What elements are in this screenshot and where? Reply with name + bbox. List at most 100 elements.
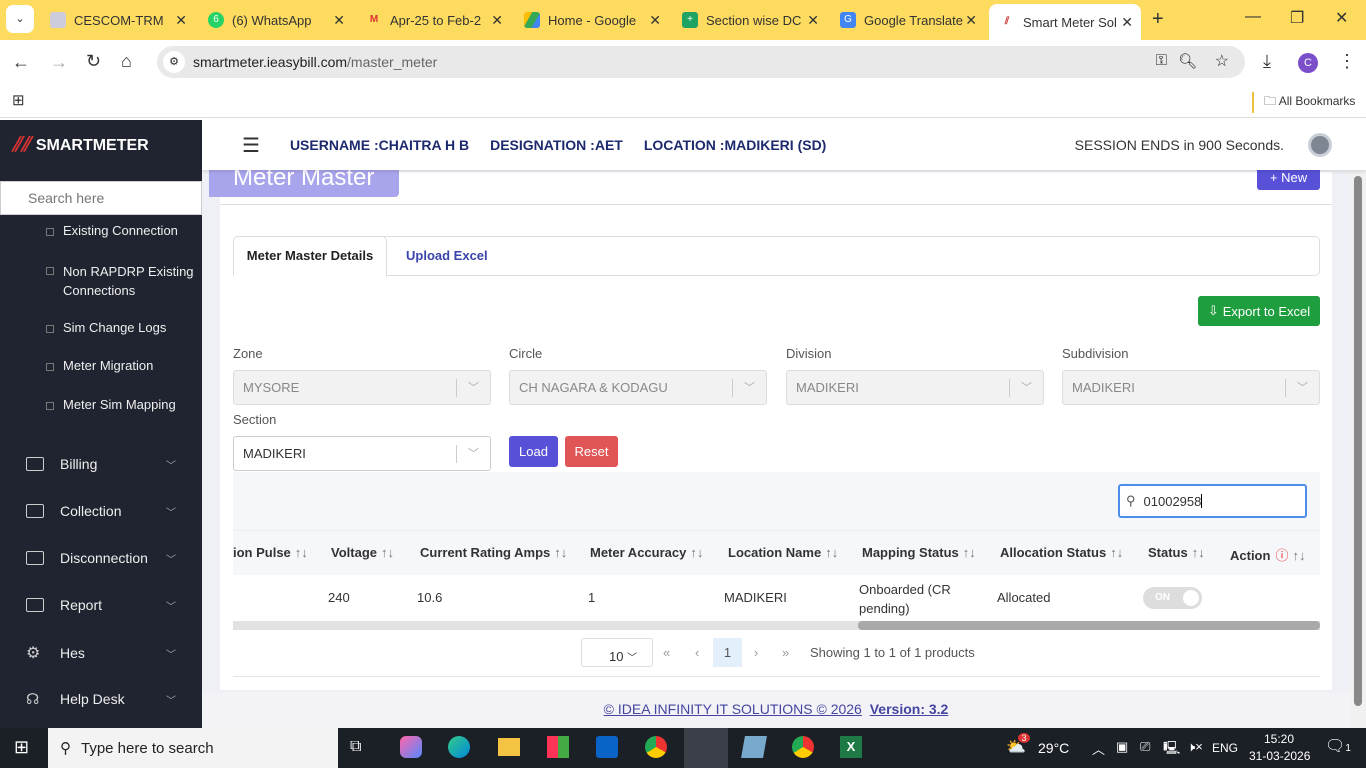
sidebar-item-meter-migration[interactable]: Meter Migration xyxy=(46,358,153,373)
subdivision-select[interactable]: MADIKERI ﹀ xyxy=(1062,370,1320,405)
url-bar[interactable]: ⚙ smartmeter.ieasybill.com/master_meter … xyxy=(157,46,1245,78)
section-select[interactable]: MADIKERI ﹀ xyxy=(233,436,491,471)
page-number-button[interactable]: 1 xyxy=(713,638,742,667)
store-icon[interactable] xyxy=(547,736,569,758)
apps-icon[interactable]: ⊞ xyxy=(12,91,25,109)
sidebar-menu-collection[interactable]: Collection ﹀ xyxy=(26,503,176,519)
home-icon[interactable]: ⌂ xyxy=(121,51,132,72)
network-icon[interactable]: 🖳 xyxy=(1163,739,1180,761)
browser-tab[interactable]: CESCOM-TRM ✕ xyxy=(40,6,195,34)
close-tab-icon[interactable]: ✕ xyxy=(965,12,977,29)
close-tab-icon[interactable]: ✕ xyxy=(491,12,503,29)
circle-select[interactable]: CH NAGARA & KODAGU ﹀ xyxy=(509,370,767,405)
taskbar-search[interactable]: ⚲ Type here to search xyxy=(48,728,338,768)
outlook-icon[interactable] xyxy=(596,736,618,758)
next-page-button[interactable]: › xyxy=(754,645,758,660)
profile-avatar[interactable]: C xyxy=(1298,53,1318,73)
chrome-profile-icon[interactable] xyxy=(792,736,814,758)
notepad-icon[interactable] xyxy=(741,736,767,758)
sidebar-item-meter-sim-mapping[interactable]: Meter Sim Mapping xyxy=(46,397,176,412)
notifications-icon[interactable]: 🗨1 xyxy=(1325,736,1351,756)
sidebar-item-sim-change-logs[interactable]: Sim Change Logs xyxy=(46,320,166,335)
column-header[interactable]: Voltage ↑↓ xyxy=(331,545,394,560)
sidebar-item-existing-connection[interactable]: Existing Connection xyxy=(46,223,178,238)
excel-icon[interactable]: X xyxy=(840,736,862,758)
close-tab-icon[interactable]: ✕ xyxy=(649,12,661,29)
close-tab-icon[interactable]: ✕ xyxy=(807,12,819,29)
meet-icon[interactable]: ▣ xyxy=(1116,739,1128,755)
file-explorer-icon[interactable] xyxy=(498,738,520,756)
load-button[interactable]: Load xyxy=(509,436,558,467)
column-header[interactable]: ion Pulse ↑↓ xyxy=(233,545,308,560)
vertical-scrollbar[interactable] xyxy=(1350,120,1366,728)
all-bookmarks[interactable]: 🗀 All Bookmarks xyxy=(1252,92,1355,113)
tab-search-button[interactable]: ⌄ xyxy=(6,5,34,33)
close-tab-icon[interactable]: ✕ xyxy=(1121,14,1133,31)
sidebar-menu-hes[interactable]: ⚙ Hes ﹀ xyxy=(26,643,176,663)
horizontal-scrollbar[interactable] xyxy=(233,621,1320,630)
browser-tab[interactable]: + Section wise DC ✕ xyxy=(672,6,827,34)
tab-meter-master-details[interactable]: Meter Master Details xyxy=(233,236,387,277)
column-header[interactable]: Location Name ↑↓ xyxy=(728,545,838,560)
chrome-icon[interactable] xyxy=(645,736,667,758)
last-page-button[interactable]: » xyxy=(782,645,789,660)
column-header[interactable]: Current Rating Amps ↑↓ xyxy=(420,545,567,560)
download-icon[interactable]: ⤓ xyxy=(1263,51,1271,72)
browser-tab[interactable]: G Google Translate ✕ xyxy=(830,6,985,34)
version-link[interactable]: Version: 3.2 xyxy=(870,701,949,717)
display-icon[interactable]: ⎚ xyxy=(1140,739,1150,755)
table-search-input[interactable]: ⚲ 01002958 xyxy=(1118,484,1307,518)
sidebar-menu-disconnection[interactable]: Disconnection ﹀ xyxy=(26,550,176,566)
bookmark-star-icon[interactable]: ☆ xyxy=(1215,51,1229,71)
task-view-icon[interactable]: ⧉ xyxy=(350,738,361,756)
close-tab-icon[interactable]: ✕ xyxy=(333,12,345,29)
edge-icon[interactable] xyxy=(448,736,470,758)
menu-icon[interactable]: ⋮ xyxy=(1338,51,1356,72)
weather-icon[interactable]: ⛅ 3 xyxy=(1006,733,1030,757)
browser-tab[interactable]: 6 (6) WhatsApp ✕ xyxy=(198,6,353,34)
copilot-icon[interactable] xyxy=(400,736,422,758)
browser-tab[interactable]: Home - Google ✕ xyxy=(514,6,669,34)
chrome-active-icon[interactable] xyxy=(684,728,728,768)
close-window-button[interactable]: ✕ xyxy=(1335,8,1348,28)
scrollbar-thumb[interactable] xyxy=(1354,176,1362,706)
copyright-link[interactable]: © IDEA INFINITY IT SOLUTIONS © 2026 xyxy=(604,701,862,717)
zone-select[interactable]: MYSORE ﹀ xyxy=(233,370,491,405)
site-settings-icon[interactable]: ⚙ xyxy=(163,51,185,73)
browser-tab[interactable]: M Apr-25 to Feb-2 ✕ xyxy=(356,6,511,34)
sidebar-item-non-rapdrp[interactable]: Non RAPDRP Existing Connections xyxy=(46,262,196,300)
export-excel-button[interactable]: ⇩ Export to Excel xyxy=(1198,296,1320,326)
password-key-icon[interactable]: ⚿ xyxy=(1156,52,1167,69)
status-toggle[interactable]: ON xyxy=(1143,587,1202,609)
sidebar-menu-report[interactable]: Report ﹀ xyxy=(26,597,176,613)
restore-button[interactable]: ❐ xyxy=(1290,8,1304,28)
minimize-button[interactable]: — xyxy=(1245,8,1261,26)
sidebar-search-input[interactable] xyxy=(0,181,202,215)
column-header[interactable]: Allocation Status ↑↓ xyxy=(1000,545,1123,560)
column-header[interactable]: Action ⓘ ↑↓ xyxy=(1230,545,1305,564)
tray-chevron-icon[interactable]: ︿ xyxy=(1092,739,1105,758)
language-indicator[interactable]: ENG xyxy=(1212,741,1238,755)
column-header[interactable]: Mapping Status ↑↓ xyxy=(862,545,976,560)
clock-date[interactable]: 31-03-2026 xyxy=(1249,749,1310,763)
clock-time[interactable]: 15:20 xyxy=(1264,732,1294,746)
page-size-select[interactable]: 10 ﹀ xyxy=(581,638,653,667)
reload-icon[interactable]: ↻ xyxy=(86,51,101,72)
sidebar-menu-billing[interactable]: Billing ﹀ xyxy=(26,456,176,472)
new-tab-button[interactable]: + xyxy=(1152,8,1164,31)
user-avatar[interactable] xyxy=(1308,133,1332,157)
prev-page-button[interactable]: ‹ xyxy=(695,645,699,660)
sidebar-menu-help-desk[interactable]: ☊ Help Desk ﹀ xyxy=(26,690,176,708)
first-page-button[interactable]: « xyxy=(663,645,670,660)
volume-muted-icon[interactable]: 🕨× xyxy=(1187,739,1203,755)
reset-button[interactable]: Reset xyxy=(565,436,618,467)
zoom-icon[interactable]: 🔍︎ xyxy=(1178,52,1197,70)
close-tab-icon[interactable]: ✕ xyxy=(175,12,187,29)
back-icon[interactable]: ← xyxy=(12,52,30,73)
forward-icon[interactable]: → xyxy=(50,52,68,73)
division-select[interactable]: MADIKERI ﹀ xyxy=(786,370,1044,405)
column-header[interactable]: Status ↑↓ xyxy=(1148,545,1205,560)
hamburger-icon[interactable]: ☰ xyxy=(242,133,260,158)
tab-upload-excel[interactable]: Upload Excel xyxy=(406,248,488,263)
scrollbar-thumb[interactable] xyxy=(858,621,1320,630)
